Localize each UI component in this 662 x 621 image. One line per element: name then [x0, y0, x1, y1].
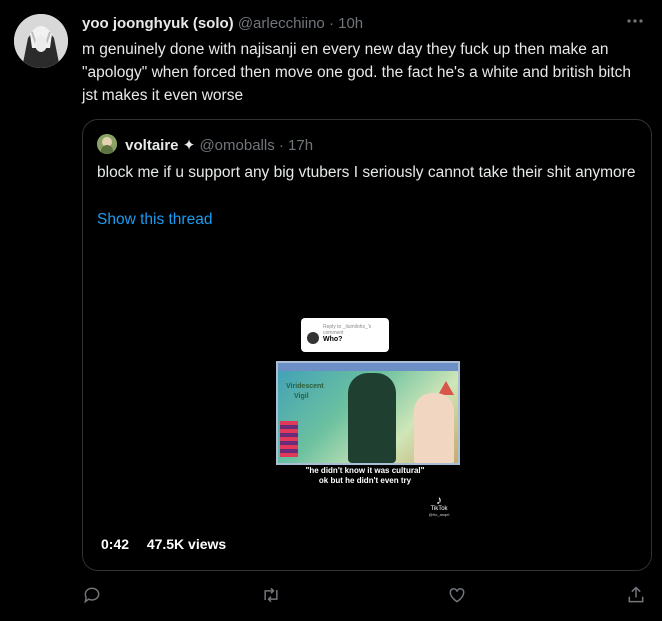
comment-reply-text: Reply to _ilumilohs_'s comment — [323, 324, 372, 336]
video-views: 47.5K views — [146, 536, 227, 552]
verified-badge-icon: ✦ — [182, 137, 196, 154]
quote-timestamp[interactable]: · 17h — [279, 137, 313, 154]
quote-display-name[interactable]: voltaire — [125, 137, 178, 154]
reply-icon[interactable] — [82, 585, 104, 607]
retweet-icon[interactable] — [260, 585, 282, 607]
video-stats: 0:42 47.5K views — [101, 536, 226, 552]
video-duration: 0:42 — [101, 536, 130, 552]
tiktok-watermark: ♪ TikTok @fro_anqel — [427, 494, 451, 517]
show-thread-link[interactable]: Show this thread — [97, 211, 212, 229]
tweet: yoo joonghyuk (solo) @arlecchiino · 10h … — [0, 0, 662, 621]
tweet-text: m genuinely done with najisanji en every… — [82, 41, 632, 104]
quote-header: voltaire ✦ @omoballs · 17h — [97, 134, 313, 156]
timestamp[interactable]: · 10h — [329, 15, 363, 32]
quote-text: block me if u support any big vtubers I … — [97, 164, 636, 181]
display-name[interactable]: yoo joonghyuk (solo) — [82, 15, 234, 32]
quote-handle[interactable]: @omoballs — [199, 137, 274, 154]
game-label-1: Viridescent — [286, 383, 324, 390]
avatar[interactable] — [14, 14, 68, 68]
comment-text: Who? — [323, 336, 343, 343]
quoted-tweet[interactable]: voltaire ✦ @omoballs · 17h block me if u… — [82, 119, 652, 571]
tweet-header: yoo joonghyuk (solo) @arlecchiino · 10h — [82, 14, 363, 34]
tiktok-handle: @fro_anqel — [428, 512, 450, 517]
avatar-image — [14, 14, 68, 68]
game-label-2: Vigil — [294, 393, 309, 400]
more-icon[interactable] — [626, 12, 644, 30]
comment-bubble: Reply to _ilumilohs_'s comment Who? — [301, 318, 389, 352]
handle[interactable]: @arlecchiino — [238, 15, 325, 32]
video-caption: "he didn't know it was cultural" ok but … — [305, 466, 425, 485]
video-frame: Viridescent Vigil — [276, 361, 460, 465]
tiktok-icon: ♪ — [436, 493, 442, 507]
commenter-avatar — [307, 332, 319, 344]
tweet-actions — [82, 585, 652, 609]
video-player[interactable]: Reply to _ilumilohs_'s comment Who? Viri… — [83, 238, 651, 570]
like-icon[interactable] — [447, 585, 469, 607]
share-icon[interactable] — [626, 585, 648, 607]
quote-avatar[interactable] — [97, 134, 117, 154]
